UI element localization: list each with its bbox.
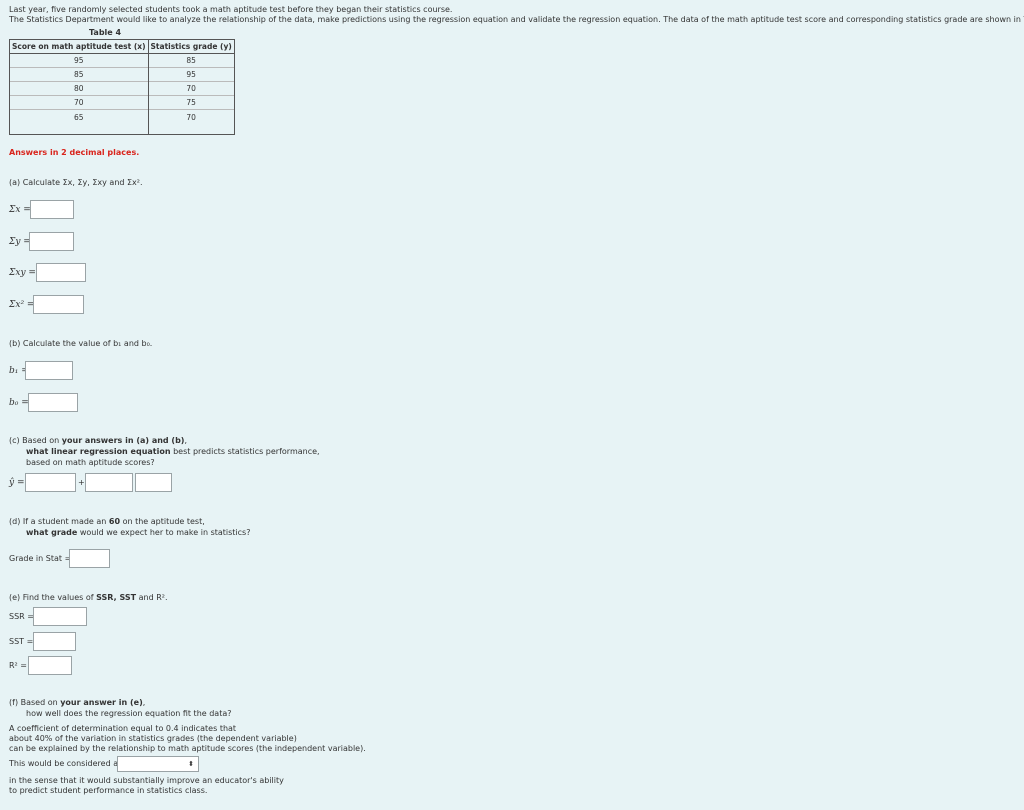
b0-label: b₀ = — [9, 398, 29, 408]
answers-note: Answers in 2 decimal places. — [9, 148, 140, 157]
fit-quality-select[interactable]: ⬍ — [117, 756, 199, 772]
sum-xy-input[interactable] — [36, 263, 86, 282]
table-cell: 65 — [9, 109, 149, 135]
table-row: 80 70 — [9, 81, 235, 96]
b0-input[interactable] — [28, 393, 78, 412]
part-c-line-1: (c) Based on your answers in (a) and (b)… — [9, 436, 188, 445]
plus-sign: + — [78, 478, 85, 487]
sum-x2-input[interactable] — [33, 295, 84, 314]
y-hat-label: ŷ = — [9, 478, 25, 488]
data-table: Score on math aptitude test (x) Statisti… — [9, 39, 235, 135]
table-cell: 70 — [147, 109, 235, 135]
part-f-line-4: about 40% of the variation in statistics… — [9, 734, 297, 743]
sst-input[interactable] — [33, 632, 76, 651]
part-b-prompt: (b) Calculate the value of b₁ and b₀. — [9, 339, 153, 348]
part-e-prompt: (e) Find the values of SSR, SST and R². — [9, 593, 168, 602]
r-squared-label: R² = — [9, 661, 28, 670]
sum-y-input[interactable] — [29, 232, 74, 251]
intro-line-2: The Statistics Department would like to … — [9, 15, 1024, 24]
table-row: 70 75 — [9, 95, 235, 110]
intro-line-1: Last year, five randomly selected studen… — [9, 5, 453, 14]
sst-label: SST = — [9, 637, 34, 646]
slope-input[interactable] — [85, 473, 133, 492]
sum-x2-label: Σx² = — [9, 300, 35, 310]
part-c-line-3: based on math aptitude scores? — [26, 458, 155, 467]
table-cell: 75 — [147, 95, 235, 110]
part-f-line-5: can be explained by the relationship to … — [9, 744, 366, 753]
part-f-line-3: A coefficient of determination equal to … — [9, 724, 237, 733]
table-header-y: Statistics grade (y) — [147, 39, 235, 54]
b1-input[interactable] — [25, 361, 73, 380]
sum-x-input[interactable] — [30, 200, 74, 219]
part-d-line-1: (d) If a student made an 60 on the aptit… — [9, 517, 205, 526]
table-caption: Table 4 — [89, 28, 122, 37]
part-f-line-6: This would be considered a — [9, 759, 119, 768]
table-cell: 80 — [9, 81, 149, 96]
intercept-input[interactable] — [25, 473, 76, 492]
table-row: 95 85 — [9, 53, 235, 68]
part-d-line-2: what grade would we expect her to make i… — [26, 528, 251, 537]
sum-x-label: Σx = — [9, 205, 31, 215]
table-cell: 95 — [147, 67, 235, 82]
table-cell: 70 — [9, 95, 149, 110]
table-cell: 85 — [9, 67, 149, 82]
select-arrows-icon: ⬍ — [188, 760, 194, 768]
table-header-x: Score on math aptitude test (x) — [9, 39, 149, 54]
part-f-line-1: (f) Based on your answer in (e), — [9, 698, 146, 707]
table-row: 85 95 — [9, 67, 235, 82]
sum-xy-label: Σxy = — [9, 268, 36, 278]
grade-input[interactable] — [69, 549, 110, 568]
variable-input[interactable] — [135, 473, 172, 492]
part-f-line-8: to predict student performance in statis… — [9, 786, 208, 795]
part-a-prompt: (a) Calculate Σx, Σy, Σxy and Σx². — [9, 178, 143, 187]
sum-y-label: Σy = — [9, 237, 31, 247]
part-c-line-2: what linear regression equation best pre… — [26, 447, 320, 456]
table-cell: 85 — [147, 53, 235, 68]
table-cell: 70 — [147, 81, 235, 96]
ssr-input[interactable] — [33, 607, 87, 626]
grade-label: Grade in Stat = — [9, 554, 72, 563]
part-f-line-2: how well does the regression equation fi… — [26, 709, 232, 718]
r-squared-input[interactable] — [28, 656, 72, 675]
table-cell: 95 — [9, 53, 149, 68]
ssr-label: SSR = — [9, 612, 34, 621]
part-f-line-7: in the sense that it would substantially… — [9, 776, 284, 785]
table-row: 65 70 — [9, 109, 235, 135]
